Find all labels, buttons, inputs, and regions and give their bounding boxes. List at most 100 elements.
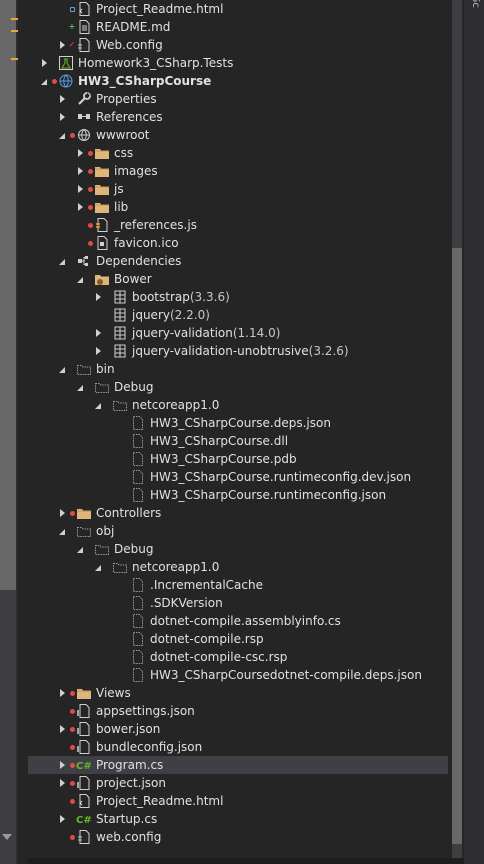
tree-item[interactable]: images	[28, 162, 448, 180]
tree-item[interactable]: netcoreapp1.0	[28, 396, 448, 414]
expand-open-icon[interactable]	[74, 378, 86, 396]
tree-item[interactable]: Properties	[28, 90, 448, 108]
expand-closed-icon[interactable]	[56, 108, 68, 126]
solution-explorer-tree[interactable]: Project_Readme.html + README.md ✓ Web.config…	[28, 0, 448, 864]
tree-item[interactable]: Controllers	[28, 504, 448, 522]
expand-open-icon[interactable]	[56, 522, 68, 540]
tree-item[interactable]: netcoreapp1.0	[28, 558, 448, 576]
expand-closed-icon[interactable]	[74, 162, 86, 180]
tree-item[interactable]: HW3_CSharpCourse	[28, 72, 448, 90]
tree-item-label: README.md	[96, 20, 171, 34]
overlay-placeholder	[104, 558, 112, 576]
tree-item[interactable]: Debug	[28, 540, 448, 558]
expand-closed-icon[interactable]	[56, 810, 68, 828]
expand-closed-icon[interactable]	[74, 144, 86, 162]
tree-item[interactable]: project.json	[28, 774, 448, 792]
tree-item[interactable]: obj	[28, 522, 448, 540]
tree-item[interactable]: HW3_CSharpCoursedotnet-compile.deps.json	[28, 666, 448, 684]
tree-item[interactable]: Bower	[28, 270, 448, 288]
tree-item-label: .IncrementalCache	[150, 578, 263, 592]
expander-placeholder	[56, 0, 68, 18]
tree-item[interactable]: .IncrementalCache	[28, 576, 448, 594]
expand-open-icon[interactable]	[56, 126, 68, 144]
tree-item[interactable]: References	[28, 108, 448, 126]
tree-scrollbar-thumb[interactable]	[452, 248, 462, 844]
tree-item-label: netcoreapp1.0	[132, 560, 220, 574]
overlay-placeholder	[122, 630, 130, 648]
tree-item[interactable]: js	[28, 180, 448, 198]
expand-open-icon[interactable]	[38, 72, 50, 90]
expand-closed-icon[interactable]	[92, 342, 104, 360]
tree-item[interactable]: HW3_CSharpCourse.dll	[28, 432, 448, 450]
side-tab-label[interactable]: Sc	[470, 0, 481, 8]
tree-item[interactable]: jquery-validation (1.14.0)	[28, 324, 448, 342]
change-marker	[11, 30, 18, 32]
status-dot-icon	[86, 198, 94, 216]
tree-item[interactable]: bootstrap (3.3.6)	[28, 288, 448, 306]
expand-closed-icon[interactable]	[56, 36, 68, 54]
tree-item[interactable]: Views	[28, 684, 448, 702]
left-scrollbar-thumb[interactable]	[0, 0, 16, 590]
tree-item[interactable]: + README.md	[28, 18, 448, 36]
status-dot-icon	[86, 162, 94, 180]
expand-closed-icon[interactable]	[74, 198, 86, 216]
tree-item[interactable]: HW3_CSharpCourse.runtimeconfig.json	[28, 486, 448, 504]
tree-item[interactable]: favicon.ico	[28, 234, 448, 252]
expand-open-icon[interactable]	[74, 540, 86, 558]
tree-item-label: images	[114, 164, 158, 178]
tree-item[interactable]: ✓ Web.config	[28, 36, 448, 54]
tree-item-label: jquery-validation-unobtrusive	[132, 344, 309, 358]
tree-item[interactable]: jquery (2.2.0)	[28, 306, 448, 324]
expand-closed-icon[interactable]	[56, 720, 68, 738]
expand-open-icon[interactable]	[92, 396, 104, 414]
tree-item[interactable]: bower.json	[28, 720, 448, 738]
overlay-placeholder	[68, 90, 76, 108]
expand-closed-icon[interactable]	[56, 756, 68, 774]
tree-item[interactable]: .SDKVersion	[28, 594, 448, 612]
expand-closed-icon[interactable]	[56, 504, 68, 522]
tree-item[interactable]: dotnet-compile.assemblyinfo.cs	[28, 612, 448, 630]
overlay-placeholder	[68, 360, 76, 378]
expand-open-icon[interactable]	[92, 558, 104, 576]
tree-item[interactable]: appsettings.json	[28, 702, 448, 720]
expand-closed-icon[interactable]	[56, 684, 68, 702]
tree-item[interactable]: HW3_CSharpCourse.runtimeconfig.dev.json	[28, 468, 448, 486]
scroll-down-arrow-icon[interactable]	[2, 834, 12, 840]
expand-closed-icon[interactable]	[56, 774, 68, 792]
tree-item[interactable]: Debug	[28, 378, 448, 396]
expand-open-icon[interactable]	[56, 252, 68, 270]
tree-item[interactable]: lib	[28, 198, 448, 216]
tree-item[interactable]: Dependencies	[28, 252, 448, 270]
tree-item[interactable]: HW3_CSharpCourse.pdb	[28, 450, 448, 468]
tree-item[interactable]: web.config	[28, 828, 448, 846]
tree-item[interactable]: C# Program.cs	[28, 756, 448, 774]
tree-item[interactable]: jquery-validation-unobtrusive (3.2.6)	[28, 342, 448, 360]
hidden-folder-icon	[76, 523, 92, 539]
tree-item[interactable]: _references.js	[28, 216, 448, 234]
expand-closed-icon[interactable]	[56, 90, 68, 108]
tree-item[interactable]: Project_Readme.html	[28, 792, 448, 810]
tree-item[interactable]: css	[28, 144, 448, 162]
expand-closed-icon[interactable]	[92, 324, 104, 342]
expand-open-icon[interactable]	[56, 360, 68, 378]
expander-placeholder	[74, 216, 86, 234]
expand-closed-icon[interactable]	[38, 54, 50, 72]
tree-item[interactable]: C# Startup.cs	[28, 810, 448, 828]
expand-open-icon[interactable]	[74, 270, 86, 288]
tree-item-label: Program.cs	[96, 758, 164, 772]
tree-item[interactable]: wwwroot	[28, 126, 448, 144]
tree-item-label: HW3_CSharpCourse	[78, 74, 212, 88]
expand-closed-icon[interactable]	[92, 288, 104, 306]
status-dot-icon	[68, 504, 76, 522]
tree-item-label: wwwroot	[96, 128, 150, 142]
svg-text:C#: C#	[76, 761, 92, 772]
tree-item[interactable]: Homework3_CSharp.Tests	[28, 54, 448, 72]
tree-item[interactable]: bundleconfig.json	[28, 738, 448, 756]
tree-item[interactable]: dotnet-compile.rsp	[28, 630, 448, 648]
tree-item[interactable]: HW3_CSharpCourse.deps.json	[28, 414, 448, 432]
tree-item[interactable]: bin	[28, 360, 448, 378]
expand-closed-icon[interactable]	[74, 180, 86, 198]
tree-item[interactable]: Project_Readme.html	[28, 0, 448, 18]
config-file-icon	[76, 829, 92, 845]
tree-item[interactable]: dotnet-compile-csc.rsp	[28, 648, 448, 666]
